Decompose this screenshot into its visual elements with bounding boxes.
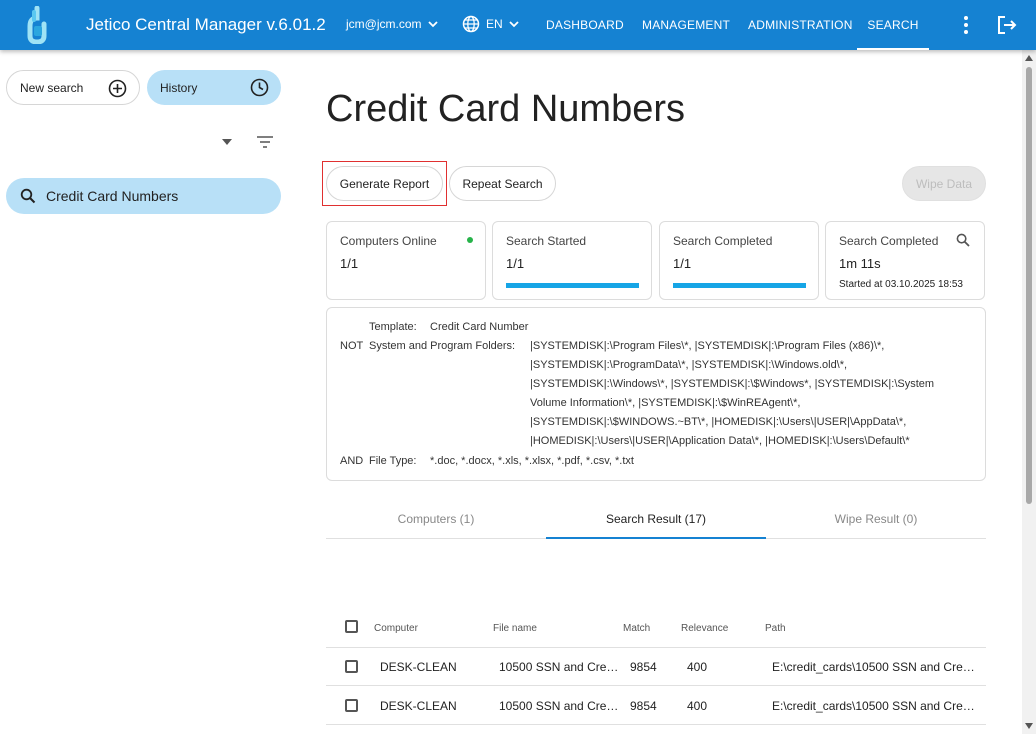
card-label: Computers Online xyxy=(340,234,437,248)
card-computers-online: Computers Online 1/1 xyxy=(326,221,486,300)
tab-wipe-result[interactable]: Wipe Result (0) xyxy=(766,500,986,539)
search-criteria-panel: Template: Credit Card Number NOT System … xyxy=(326,307,986,481)
cell-match: 9854 xyxy=(630,699,657,713)
page-scrollbar[interactable] xyxy=(1022,50,1036,734)
search-icon xyxy=(20,188,36,204)
language-label: EN xyxy=(486,17,503,31)
progress-fill xyxy=(673,283,806,288)
progress-fill xyxy=(506,283,639,288)
table-row[interactable]: DESK-CLEAN 10500 SSN and Credit Card Num… xyxy=(326,648,986,686)
column-header-path[interactable]: Path xyxy=(765,610,786,648)
column-header-match[interactable]: Match xyxy=(623,610,650,648)
tab-computers[interactable]: Computers (1) xyxy=(326,500,546,539)
top-app-bar: Jetico Central Manager v.6.01.2 jcm@jcm.… xyxy=(0,0,1036,50)
progress-bar xyxy=(673,283,806,288)
column-header-file-name[interactable]: File name xyxy=(493,610,537,648)
cell-match: 9854 xyxy=(630,660,657,674)
nav-administration[interactable]: ADMINISTRATION xyxy=(748,0,853,50)
folders-line: |SYSTEMDISK|:\$WINDOWS.~BT\*, |HOMEDISK|… xyxy=(530,416,907,428)
row-checkbox[interactable] xyxy=(345,699,358,712)
column-header-computer[interactable]: Computer xyxy=(374,610,418,648)
folders-line: Volume Information\*, |SYSTEMDISK|:\$Win… xyxy=(530,397,801,409)
folders-line: |HOMEDISK|:\Users\|USER|\Application Dat… xyxy=(530,435,910,447)
result-tabs: Computers (1) Search Result (17) Wipe Re… xyxy=(326,500,986,539)
card-value: 1m 11s xyxy=(839,256,881,271)
card-search-started: Search Started 1/1 xyxy=(492,221,652,300)
chevron-down-icon xyxy=(509,20,519,27)
clock-icon xyxy=(250,78,269,97)
history-button[interactable]: History xyxy=(147,70,281,105)
filetype-key: File Type: xyxy=(369,455,417,467)
scrollbar-thumb[interactable] xyxy=(1026,67,1032,504)
cell-computer: DESK-CLEAN xyxy=(380,699,457,713)
history-label: History xyxy=(160,80,198,95)
card-label: Search Completed xyxy=(673,234,773,248)
nav-search[interactable]: SEARCH xyxy=(857,0,929,50)
card-search-duration: Search Completed 1m 11s Started at 03.10… xyxy=(825,221,985,300)
nav-dashboard[interactable]: DASHBOARD xyxy=(546,0,624,50)
history-item-label: Credit Card Numbers xyxy=(46,188,179,204)
folders-line: |SYSTEMDISK|:\ProgramData\*, |SYSTEMDISK… xyxy=(530,359,848,371)
folders-line: |SYSTEMDISK|:\Windows\*, |SYSTEMDISK|:\$… xyxy=(530,378,935,390)
cell-computer: DESK-CLEAN xyxy=(380,660,457,674)
tab-search-result[interactable]: Search Result (17) xyxy=(546,500,766,539)
select-all-checkbox[interactable] xyxy=(345,620,358,633)
sort-dropdown-icon[interactable] xyxy=(222,138,232,146)
card-value: 1/1 xyxy=(673,256,692,271)
row-checkbox[interactable] xyxy=(345,660,358,673)
new-search-label: New search xyxy=(20,80,84,95)
language-menu[interactable]: EN xyxy=(462,15,519,33)
nav-management[interactable]: MANAGEMENT xyxy=(642,0,730,50)
add-circle-icon xyxy=(108,79,127,98)
jetico-logo-icon xyxy=(27,6,47,44)
card-value: 1/1 xyxy=(340,256,359,271)
scroll-up-arrow-icon[interactable] xyxy=(1025,55,1033,61)
cell-relevance: 400 xyxy=(687,699,708,713)
new-search-button[interactable]: New search xyxy=(6,70,140,105)
progress-bar xyxy=(506,283,639,288)
table-row[interactable]: DESK-CLEAN 10500 SSN and Credit Card Num… xyxy=(326,687,986,725)
column-header-relevance[interactable]: Relevance xyxy=(681,610,728,648)
cell-path: E:\credit_cards\10500 SSN and Credit Car… xyxy=(772,660,978,674)
app-title: Jetico Central Manager v.6.01.2 xyxy=(86,15,326,34)
more-vert-icon[interactable] xyxy=(956,14,976,36)
card-search-completed: Search Completed 1/1 xyxy=(659,221,819,300)
filter-icon[interactable] xyxy=(256,135,274,149)
generate-report-button[interactable]: Generate Report xyxy=(326,166,443,201)
history-item-credit-card-numbers[interactable]: Credit Card Numbers xyxy=(6,178,281,214)
cell-file-name: 10500 SSN and Credit Card Numbers.csv xyxy=(499,699,619,713)
filetype-value: *.doc, *.docx, *.xls, *.xlsx, *.pdf, *.c… xyxy=(430,455,634,467)
card-label: Search Completed xyxy=(839,234,939,248)
not-operator: NOT xyxy=(340,340,364,352)
cell-relevance: 400 xyxy=(687,660,708,674)
folders-key: System and Program Folders: xyxy=(369,340,516,352)
online-status-dot xyxy=(467,237,473,243)
folders-line: |SYSTEMDISK|:\Program Files\*, |SYSTEMDI… xyxy=(530,340,885,352)
page-title: Credit Card Numbers xyxy=(326,88,685,130)
scroll-down-arrow-icon[interactable] xyxy=(1025,723,1033,729)
user-menu[interactable]: jcm@jcm.com xyxy=(346,17,438,31)
repeat-search-button[interactable]: Repeat Search xyxy=(449,166,556,201)
wipe-data-button[interactable]: Wipe Data xyxy=(902,166,986,201)
card-value: 1/1 xyxy=(506,256,525,271)
chevron-down-icon xyxy=(427,20,438,27)
user-email: jcm@jcm.com xyxy=(346,17,422,31)
and-operator: AND xyxy=(340,455,364,467)
logout-icon[interactable] xyxy=(996,14,1018,36)
globe-icon xyxy=(462,15,480,33)
search-icon[interactable] xyxy=(956,233,970,247)
table-header: Computer File name Match Relevance Path xyxy=(326,610,986,648)
card-subtext: Started at 03.10.2025 18:53 xyxy=(839,279,963,290)
card-label: Search Started xyxy=(506,234,587,248)
template-value: Credit Card Number xyxy=(430,321,529,333)
cell-path: E:\credit_cards\10500 SSN and Credit Car… xyxy=(772,699,978,713)
cell-file-name: 10500 SSN and Credit Card Numbers.xlsx xyxy=(499,660,619,674)
template-key: Template: xyxy=(369,321,417,333)
